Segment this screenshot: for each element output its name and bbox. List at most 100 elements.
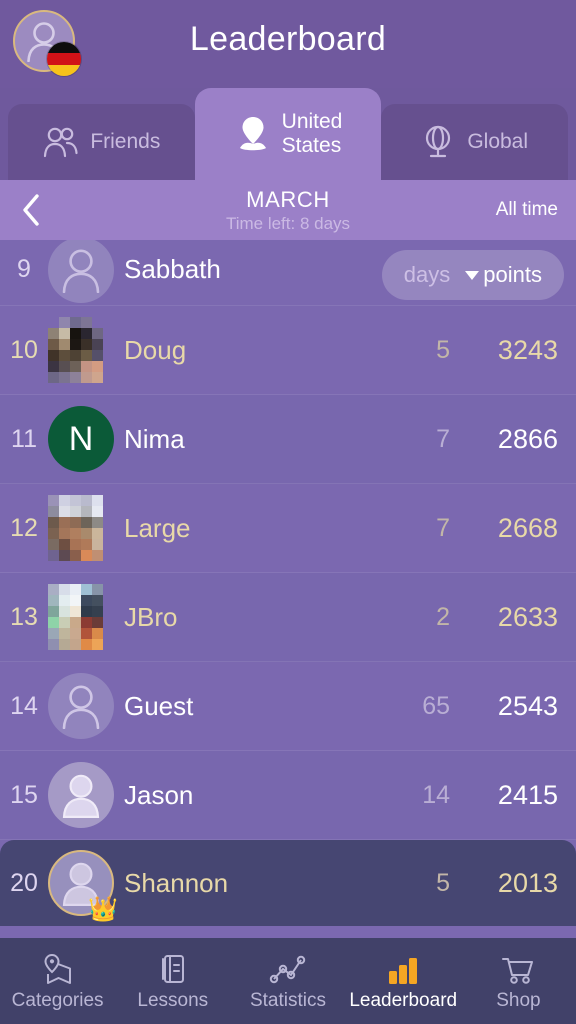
back-button[interactable] [0, 180, 62, 240]
nav-item-categories[interactable]: Categories [0, 938, 115, 1024]
row-avatar[interactable]: 👑 [48, 850, 118, 922]
row-name: Guest [124, 690, 194, 721]
chevron-left-icon [23, 194, 39, 226]
table-row[interactable]: 13 JBro 2 2633 [0, 573, 576, 662]
avatar-circle [48, 673, 114, 739]
pixelated-photo-icon [48, 317, 114, 383]
person-silhouette-icon [62, 249, 100, 293]
row-points: 2633 [497, 601, 558, 632]
period-name: MARCH [246, 186, 330, 212]
tab-friends[interactable]: Friends [8, 104, 195, 180]
leaderboard-scope-tabs: Friends United States Global [0, 88, 576, 180]
row-days: 5 [436, 868, 450, 897]
leaderboard-screen: Leaderboard Friends United States Global… [0, 0, 576, 1024]
nav-label-leaderboard: Leaderboard [349, 989, 458, 1011]
tab-united-states[interactable]: United States [194, 88, 382, 180]
row-name: Nima [124, 423, 185, 454]
row-days: 7 [436, 424, 450, 453]
person-silhouette-icon [62, 774, 100, 818]
tab-global-label: Global [467, 130, 529, 154]
page-title: Leaderboard [189, 20, 387, 58]
row-name: Sabbath [124, 254, 221, 284]
time-left-label: Time left: 8 days [225, 213, 351, 233]
period-info: MARCH Time left: 8 days [0, 180, 576, 240]
table-row[interactable]: 10 Doug 5 3243 [0, 306, 576, 395]
row-rank: 14 [10, 691, 38, 720]
globe-icon [421, 124, 457, 160]
row-days: 2 [436, 602, 450, 631]
row-rank: 13 [10, 602, 38, 631]
row-name: Shannon [124, 867, 229, 898]
row-points: 2543 [497, 690, 558, 721]
row-days: 14 [422, 780, 450, 809]
row-rank: 20 [10, 868, 38, 897]
row-points: 2866 [497, 423, 558, 454]
nav-label-shop: Shop [496, 989, 541, 1011]
table-row[interactable]: 14 Guest 65 2543 [0, 662, 576, 751]
row-avatar[interactable] [48, 762, 114, 828]
nav-label-lessons: Lessons [137, 989, 209, 1011]
period-subheader: MARCH Time left: 8 days All time [0, 180, 576, 240]
map-pin-icon [234, 114, 272, 154]
row-rank: 9 [17, 255, 31, 283]
book-icon [158, 951, 188, 985]
tab-united-states-label: United States [282, 110, 343, 157]
caret-down-icon [465, 271, 480, 280]
row-avatar[interactable] [48, 495, 114, 561]
person-silhouette-icon [62, 685, 100, 729]
pixelated-photo-icon [48, 495, 114, 561]
row-rank: 11 [11, 424, 37, 453]
avatar-circle [48, 240, 114, 303]
row-rank: 12 [10, 513, 38, 542]
row-avatar[interactable]: N [48, 406, 114, 472]
row-rank: 15 [10, 780, 38, 809]
sort-toggle[interactable]: days points [381, 250, 564, 300]
row-days: 65 [422, 691, 450, 720]
tab-friends-label: Friends [90, 130, 161, 154]
nav-item-shop[interactable]: Shop [461, 938, 576, 1024]
row-avatar[interactable] [48, 317, 114, 383]
row-points: 2668 [497, 512, 558, 543]
tab-label-line2: States [281, 134, 342, 157]
map-pin-map-icon [40, 951, 76, 985]
row-name: Jason [124, 779, 194, 810]
sort-points-option[interactable]: points [464, 262, 542, 288]
tab-label-line1: United [281, 110, 343, 134]
row-name: JBro [124, 601, 178, 632]
row-name: Large [124, 512, 191, 543]
row-avatar[interactable] [48, 584, 114, 650]
row-name: Doug [124, 334, 187, 365]
people-group-icon [42, 126, 80, 158]
row-avatar[interactable] [48, 673, 114, 739]
row-points: 2415 [497, 779, 558, 810]
nav-label-categories: Categories [11, 989, 104, 1011]
bottom-navigation: Categories Lessons Statistics Leaderboar… [0, 938, 576, 1024]
row-avatar[interactable] [48, 240, 114, 303]
avatar-circle [48, 762, 114, 828]
row-points: 2013 [497, 867, 558, 898]
all-time-button[interactable]: All time [496, 180, 558, 240]
leaderboard-list[interactable]: days points 9 Sabbath 10 Doug 5 3243 11 … [0, 240, 576, 938]
table-row[interactable]: 15 Jason 14 2415 [0, 751, 576, 840]
tab-global[interactable]: Global [381, 104, 569, 180]
row-rank: 10 [10, 335, 38, 364]
nav-item-leaderboard[interactable]: Leaderboard [346, 938, 461, 1024]
table-row-current-user[interactable]: 20 👑 Shannon 5 2013 [0, 840, 576, 926]
app-header: Leaderboard [0, 0, 576, 88]
row-days: 5 [436, 335, 450, 364]
table-row[interactable]: 11 N Nima 7 2866 [0, 395, 576, 484]
letter-avatar: N [48, 406, 114, 472]
nav-item-statistics[interactable]: Statistics [230, 938, 345, 1024]
bar-chart-icon [385, 951, 421, 985]
line-chart-icon [269, 951, 307, 985]
sort-days-option[interactable]: days [404, 262, 450, 288]
row-days: 7 [436, 513, 450, 542]
sort-points-label: points [483, 262, 542, 287]
shopping-cart-icon [500, 951, 536, 985]
table-row[interactable]: 12 Large 7 2668 [0, 484, 576, 573]
row-points: 3243 [497, 334, 558, 365]
crown-icon: 👑 [88, 896, 118, 923]
nav-item-lessons[interactable]: Lessons [115, 938, 230, 1024]
nav-label-statistics: Statistics [249, 989, 327, 1011]
pixelated-photo-icon [48, 584, 114, 650]
